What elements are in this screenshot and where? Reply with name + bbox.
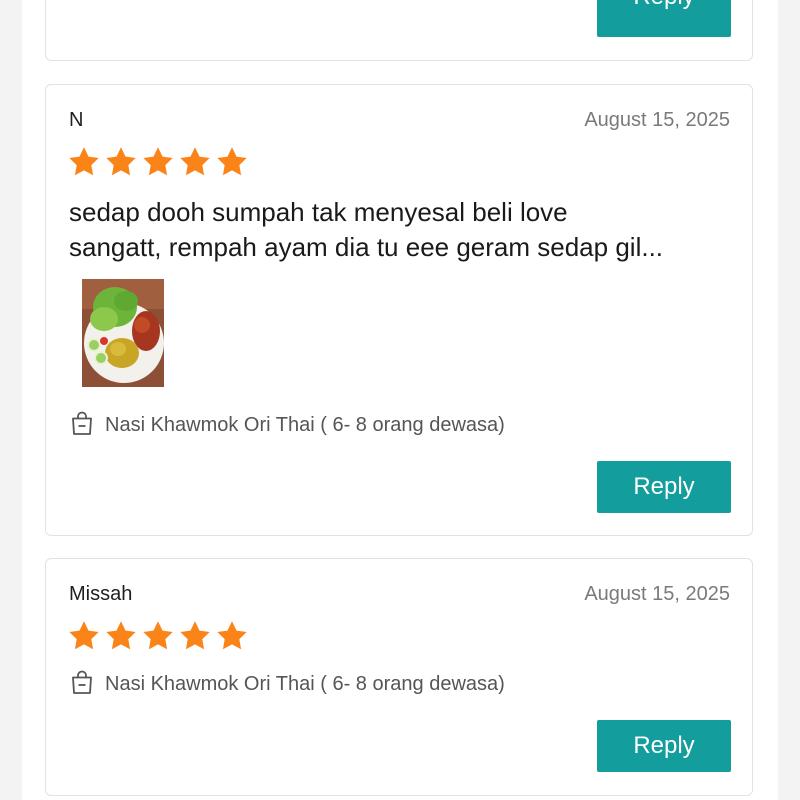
review-author: N xyxy=(69,109,84,131)
review-author: Missah xyxy=(69,583,133,605)
product-name: Nasi Khawmok Ori Thai ( 6- 8 orang dewas… xyxy=(105,414,505,436)
review-text-line: sangatt, rempah ayam dia tu eee geram se… xyxy=(69,232,664,262)
review-date: August 15, 2025 xyxy=(584,583,730,605)
star-icon xyxy=(179,146,211,177)
star-icon xyxy=(216,620,248,651)
reply-button[interactable]: Reply xyxy=(597,0,731,37)
star-rating xyxy=(68,620,248,651)
review-product: Nasi Khawmok Ori Thai ( 6- 8 orang dewas… xyxy=(69,410,505,441)
review-date: August 15, 2025 xyxy=(584,109,730,131)
reviews-screen: Reply N August 15, 2025 sedap dooh sumpa… xyxy=(0,0,800,800)
product-name: Nasi Khawmok Ori Thai ( 6- 8 orang dewas… xyxy=(105,673,505,695)
star-icon xyxy=(142,620,174,651)
review-product: Nasi Khawmok Ori Thai ( 6- 8 orang dewas… xyxy=(69,669,505,700)
star-icon xyxy=(68,620,100,651)
star-icon xyxy=(105,146,137,177)
shopping-bag-icon xyxy=(69,410,95,441)
review-card: N August 15, 2025 sedap dooh sumpah tak … xyxy=(45,84,753,536)
review-photo[interactable] xyxy=(82,279,164,387)
reply-button[interactable]: Reply xyxy=(597,720,731,772)
star-icon xyxy=(68,146,100,177)
review-card: Missah August 15, 2025 Nasi Khawmok Ori … xyxy=(45,558,753,796)
review-text: sedap dooh sumpah tak menyesal beli love… xyxy=(69,195,739,265)
food-photo-icon xyxy=(82,279,164,387)
star-icon xyxy=(216,146,248,177)
review-card-previous: Reply xyxy=(45,0,753,61)
star-icon xyxy=(142,146,174,177)
shopping-bag-icon xyxy=(69,669,95,700)
star-icon xyxy=(105,620,137,651)
review-text-line: sedap dooh sumpah tak menyesal beli love xyxy=(69,197,568,227)
reply-button[interactable]: Reply xyxy=(597,461,731,513)
star-icon xyxy=(179,620,211,651)
star-rating xyxy=(68,146,248,177)
